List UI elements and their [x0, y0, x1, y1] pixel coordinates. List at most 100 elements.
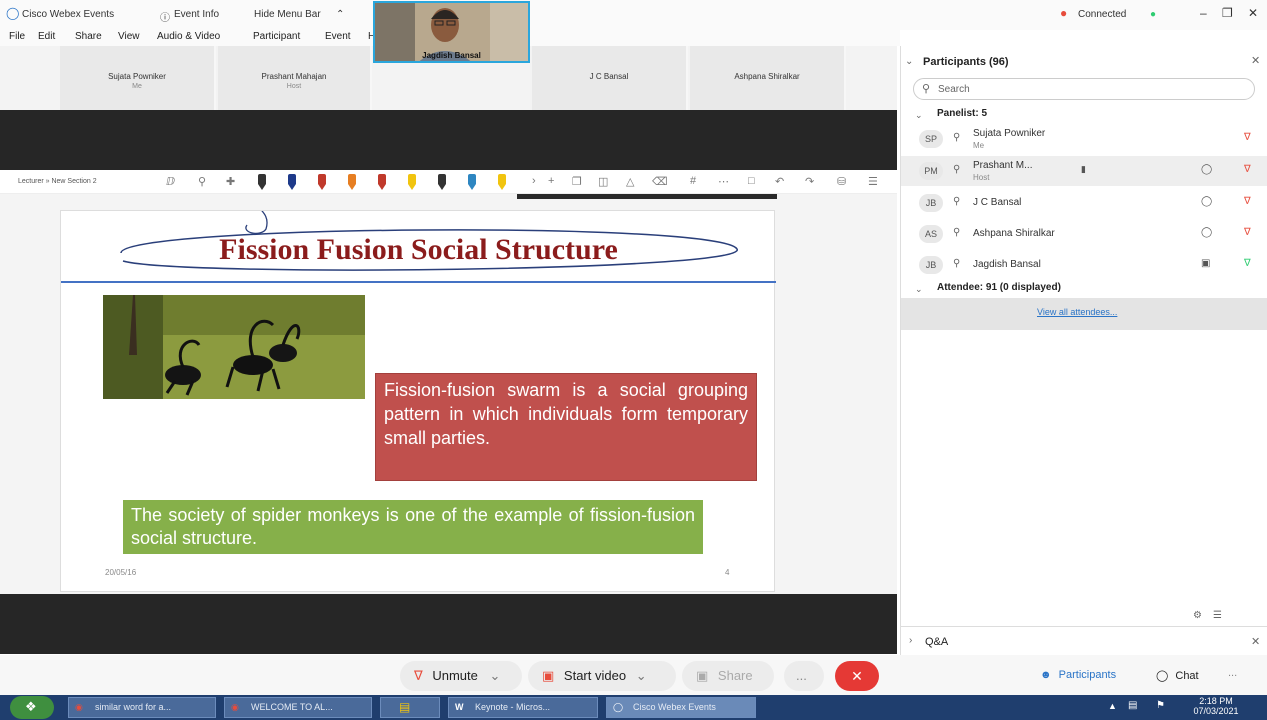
active-speaker-video[interactable]: Jagdish Bansal [373, 1, 530, 63]
participant-row[interactable]: JB ⚲ Jagdish Bansal ▣ ∇ [901, 250, 1267, 280]
taskbar-item[interactable]: ▤ [380, 697, 440, 718]
close-panel-icon[interactable]: ✕ [1251, 54, 1260, 67]
close-qa-icon[interactable]: ✕ [1251, 635, 1260, 648]
pen-tool-icon[interactable] [468, 174, 476, 190]
video-tile[interactable]: J C Bansal [532, 46, 688, 110]
slide: Fission Fusion Social Structure Fission-… [60, 210, 776, 592]
leave-button[interactable]: ✕ [835, 661, 879, 691]
mic-muted-icon[interactable]: ∇ [1244, 164, 1251, 175]
tray-arrow-icon[interactable]: ▲ [1108, 701, 1117, 711]
participant-row[interactable]: SP ⚲ Sujata Powniker Me ∇ [901, 124, 1267, 154]
pointer-icon[interactable]: ✚ [226, 175, 235, 188]
chat-icon[interactable]: ◯ [1201, 196, 1212, 207]
mic-icon: ⚲ [953, 164, 961, 175]
minimize-icon[interactable]: – [1200, 6, 1207, 20]
pen-tool-icon[interactable] [318, 174, 326, 190]
shapes-icon[interactable]: △ [626, 175, 634, 188]
pen-tool-icon[interactable] [258, 174, 266, 190]
mic-active-icon[interactable]: ∇ [1244, 258, 1251, 269]
start-video-button[interactable]: ▣ Start video ⌄ [528, 661, 676, 691]
app-title: Cisco Webex Events [22, 9, 115, 20]
active-speaker-name: Jagdish Bansal [422, 51, 481, 60]
chevron-down-icon: ⌄ [489, 668, 501, 683]
mic-muted-icon[interactable]: ∇ [1244, 227, 1251, 238]
flag-icon[interactable]: ⚑ [1156, 700, 1165, 711]
participants-button[interactable]: ☻ Participants [1040, 669, 1116, 681]
share-button[interactable]: ▣ Share [682, 661, 774, 691]
grid-icon[interactable]: # [690, 175, 696, 187]
zoom-icon[interactable]: ⚲ [198, 175, 206, 188]
pen-tool-icon[interactable] [348, 174, 356, 190]
mic-muted-icon[interactable]: ∇ [1244, 132, 1251, 143]
participant-row[interactable]: PM ⚲ Prashant M... Host ▮ ◯ ∇ [901, 156, 1267, 186]
participants-icon: ☻ [1040, 669, 1052, 681]
taskbar-item[interactable]: ◉ similar word for a... [68, 697, 216, 718]
menu-edit[interactable]: Edit [38, 31, 55, 42]
add-icon[interactable]: + [548, 175, 554, 187]
close-icon[interactable]: ✕ [1248, 6, 1258, 20]
copy-icon[interactable]: ❐ [572, 175, 582, 188]
participant-row[interactable]: AS ⚲ Ashpana Shiralkar ◯ ∇ [901, 219, 1267, 249]
more-panels-button[interactable]: ... [1228, 667, 1237, 679]
qa-panel-header[interactable]: › Q&A ✕ [901, 626, 1267, 655]
participant-row[interactable]: JB ⚲ J C Bansal ◯ ∇ [901, 188, 1267, 218]
pen-tool-icon[interactable] [498, 174, 506, 190]
eraser-icon[interactable]: ⌫ [652, 175, 668, 188]
collapse-icon[interactable]: ☰ [868, 175, 878, 188]
participant-role: Me [973, 141, 985, 150]
redo-icon[interactable]: ↷ [805, 175, 814, 188]
spider-monkey-photo [103, 295, 365, 399]
title-rule [61, 281, 776, 283]
start-video-label: Start video [563, 668, 627, 683]
more-options-button[interactable]: ... [784, 661, 824, 691]
taskbar-item[interactable]: ◉ WELCOME TO AL... [224, 697, 372, 718]
unmute-button[interactable]: ∇ Unmute ⌄ [400, 661, 522, 691]
video-tile[interactable]: Sujata Powniker Me [60, 46, 216, 110]
menu-participant[interactable]: Participant [253, 31, 300, 42]
menu-event[interactable]: Event [325, 31, 351, 42]
chevron-down-icon[interactable]: ⌄ [905, 56, 913, 67]
view-all-attendees-link[interactable]: View all attendees... [1037, 307, 1117, 317]
record-icon: ● [1060, 6, 1068, 20]
connection-status[interactable]: Connected [1078, 9, 1126, 20]
next-icon[interactable]: › [532, 175, 536, 187]
pop-out-icon[interactable]: ☰ [1213, 610, 1222, 621]
menu-file[interactable]: File [9, 31, 25, 42]
restore-icon[interactable]: ❐ [1222, 6, 1233, 20]
folder-icon: ▤ [399, 700, 411, 714]
select-icon[interactable]: □ [748, 175, 755, 187]
chevron-down-icon[interactable]: ⌄ [915, 284, 923, 295]
chat-label: Chat [1175, 670, 1199, 682]
mic-muted-icon[interactable]: ∇ [1244, 196, 1251, 207]
event-info-button[interactable]: Event Info [174, 9, 219, 20]
menu-view[interactable]: View [118, 31, 140, 42]
chat-icon[interactable]: ◯ [1201, 227, 1212, 238]
clock[interactable]: 2:18 PM 07/03/2021 [1186, 696, 1246, 716]
hide-menu-bar-button[interactable]: Hide Menu Bar [254, 9, 321, 20]
search-input[interactable]: ⚲ Search [913, 78, 1255, 100]
taskbar-item[interactable]: ◯ Cisco Webex Events [606, 697, 756, 718]
paste-icon[interactable]: ◫ [598, 175, 608, 188]
pen-tool-icon[interactable] [288, 174, 296, 190]
mic-muted-icon: ∇ [414, 668, 423, 683]
avatar: JB [919, 256, 943, 274]
video-tile[interactable]: Prashant Mahajan Host [218, 46, 372, 110]
chat-icon[interactable]: ◯ [1201, 164, 1212, 175]
chat-button[interactable]: ◯ Chat [1156, 669, 1199, 682]
line-icon[interactable]: ⋯ [718, 175, 729, 188]
network-icon[interactable]: ▤ [1128, 700, 1137, 711]
video-tile[interactable]: Ashpana Shiralkar [690, 46, 846, 110]
pen-tool-icon[interactable] [438, 174, 446, 190]
pen-tool-icon[interactable] [408, 174, 416, 190]
menu-audio-video[interactable]: Audio & Video [157, 31, 220, 42]
taskbar-item[interactable]: W Keynote - Micros... [448, 697, 598, 718]
chevron-down-icon[interactable]: ⌄ [915, 110, 923, 121]
video-camera-icon[interactable]: ▣ [1201, 258, 1210, 269]
save-icon[interactable]: ⛁ [837, 175, 846, 188]
undo-icon[interactable]: ↶ [775, 175, 784, 188]
text-tool-icon[interactable]: ⅅ [166, 175, 175, 188]
menu-share[interactable]: Share [75, 31, 102, 42]
pen-tool-icon[interactable] [378, 174, 386, 190]
settings-icon[interactable]: ⚙ [1193, 610, 1202, 621]
start-button[interactable]: ❖ [10, 696, 54, 719]
